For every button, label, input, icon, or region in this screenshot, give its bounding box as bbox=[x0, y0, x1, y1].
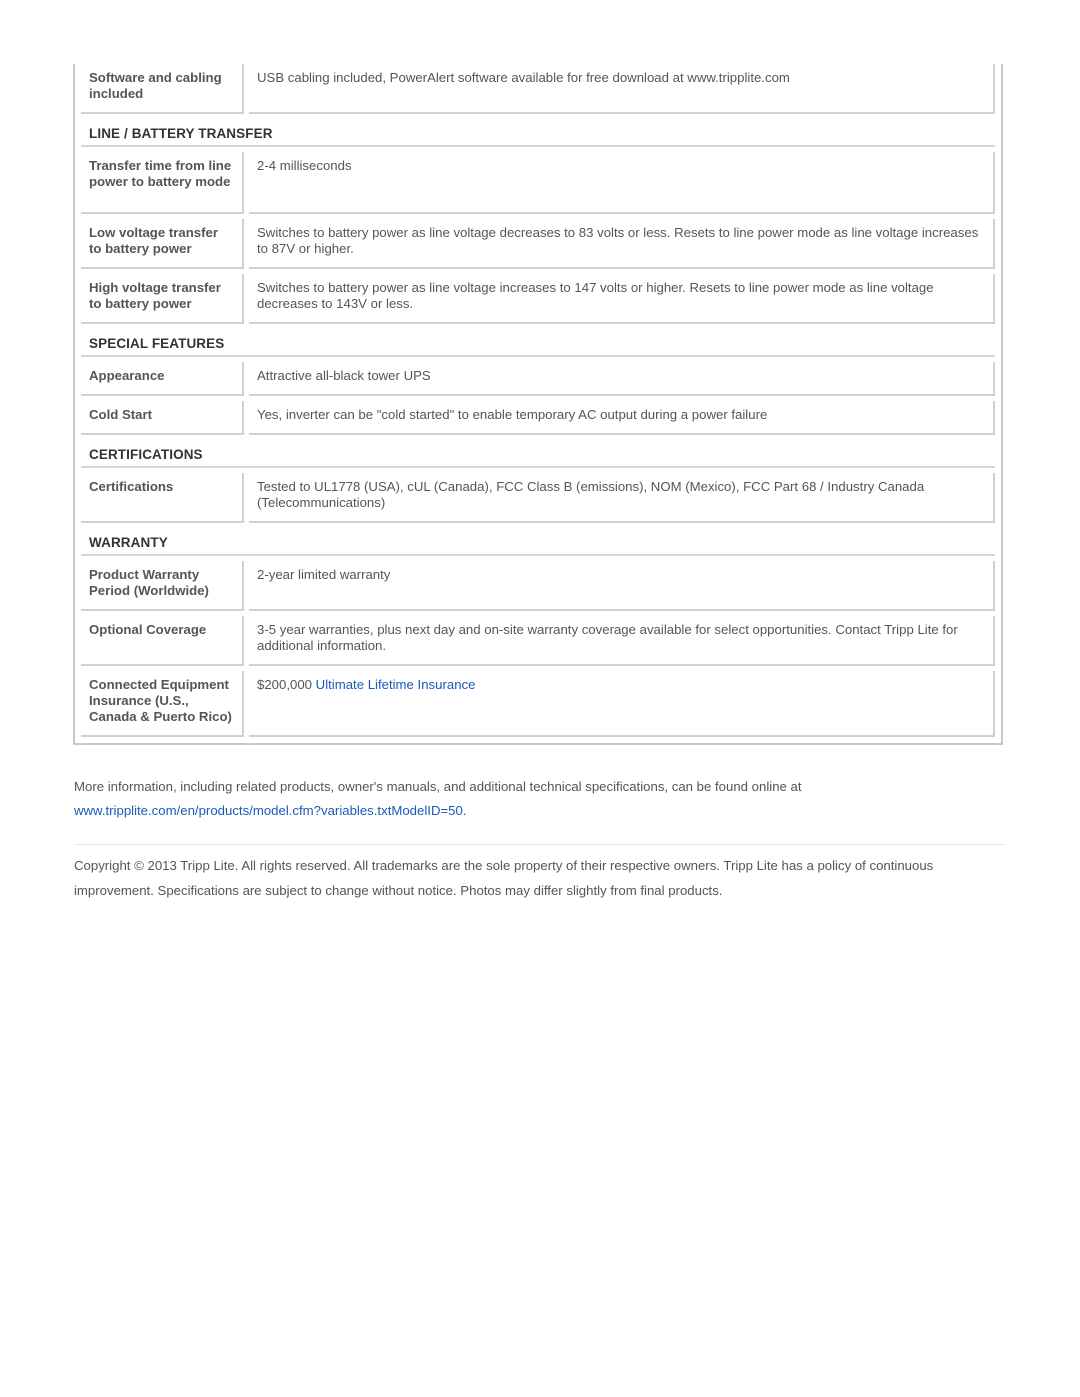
spec-value: 2-4 milliseconds bbox=[249, 152, 995, 214]
spec-value: 2-year limited warranty bbox=[249, 561, 995, 611]
spec-value: Attractive all-black tower UPS bbox=[249, 362, 995, 396]
spec-label: Cold Start bbox=[81, 401, 244, 435]
spec-row-certifications: Certifications Tested to UL1778 (USA), c… bbox=[81, 473, 995, 523]
section-header-warranty: WARRANTY bbox=[81, 528, 995, 556]
spec-row-software-cabling: Software and cabling included USB cablin… bbox=[81, 64, 995, 114]
spec-value: Switches to battery power as line voltag… bbox=[249, 219, 995, 269]
section-header-certifications: CERTIFICATIONS bbox=[81, 440, 995, 468]
spec-label: Connected Equipment Insurance (U.S., Can… bbox=[81, 671, 244, 737]
more-info-text: More information, including related prod… bbox=[74, 779, 802, 794]
spec-label: Certifications bbox=[81, 473, 244, 523]
more-info-paragraph: More information, including related prod… bbox=[74, 775, 1004, 823]
spec-label: Transfer time from line power to battery… bbox=[81, 152, 244, 214]
spec-value: Switches to battery power as line voltag… bbox=[249, 274, 995, 324]
spec-value: 3-5 year warranties, plus next day and o… bbox=[249, 616, 995, 666]
spec-row-product-warranty: Product Warranty Period (Worldwide) 2-ye… bbox=[81, 561, 995, 611]
section-header-line-battery-transfer: LINE / BATTERY TRANSFER bbox=[81, 119, 995, 147]
spec-row-appearance: Appearance Attractive all-black tower UP… bbox=[81, 362, 995, 396]
section-header-special-features: SPECIAL FEATURES bbox=[81, 329, 995, 357]
spec-value: $200,000 Ultimate Lifetime Insurance bbox=[249, 671, 995, 737]
footer-divider bbox=[74, 844, 1004, 845]
spec-row-low-voltage-transfer: Low voltage transfer to battery power Sw… bbox=[81, 219, 995, 269]
spec-label: Appearance bbox=[81, 362, 244, 396]
insurance-amount: $200,000 bbox=[257, 677, 316, 692]
spec-value: USB cabling included, PowerAlert softwar… bbox=[249, 64, 995, 114]
spec-row-connected-equipment-insurance: Connected Equipment Insurance (U.S., Can… bbox=[81, 671, 995, 737]
spec-label: Low voltage transfer to battery power bbox=[81, 219, 244, 269]
spec-row-high-voltage-transfer: High voltage transfer to battery power S… bbox=[81, 274, 995, 324]
spec-table: Software and cabling included USB cablin… bbox=[73, 64, 1003, 745]
copyright-notice: Copyright © 2013 Tripp Lite. All rights … bbox=[74, 853, 1004, 903]
ultimate-lifetime-insurance-link[interactable]: Ultimate Lifetime Insurance bbox=[316, 677, 476, 692]
copyright-line-1: Copyright © 2013 Tripp Lite. All rights … bbox=[74, 858, 934, 873]
product-page-link[interactable]: www.tripplite.com/en/products/model.cfm?… bbox=[74, 803, 463, 818]
spec-label: High voltage transfer to battery power bbox=[81, 274, 244, 324]
spec-value: Tested to UL1778 (USA), cUL (Canada), FC… bbox=[249, 473, 995, 523]
spec-row-optional-coverage: Optional Coverage 3-5 year warranties, p… bbox=[81, 616, 995, 666]
spec-label: Software and cabling included bbox=[81, 64, 244, 114]
copyright-line-2: improvement. Specifications are subject … bbox=[74, 883, 723, 898]
spec-value: Yes, inverter can be "cold started" to e… bbox=[249, 401, 995, 435]
more-info-suffix: . bbox=[462, 803, 467, 818]
spec-label: Optional Coverage bbox=[81, 616, 244, 666]
spec-label: Product Warranty Period (Worldwide) bbox=[81, 561, 244, 611]
spec-row-cold-start: Cold Start Yes, inverter can be "cold st… bbox=[81, 401, 995, 435]
spec-row-transfer-time: Transfer time from line power to battery… bbox=[81, 152, 995, 214]
